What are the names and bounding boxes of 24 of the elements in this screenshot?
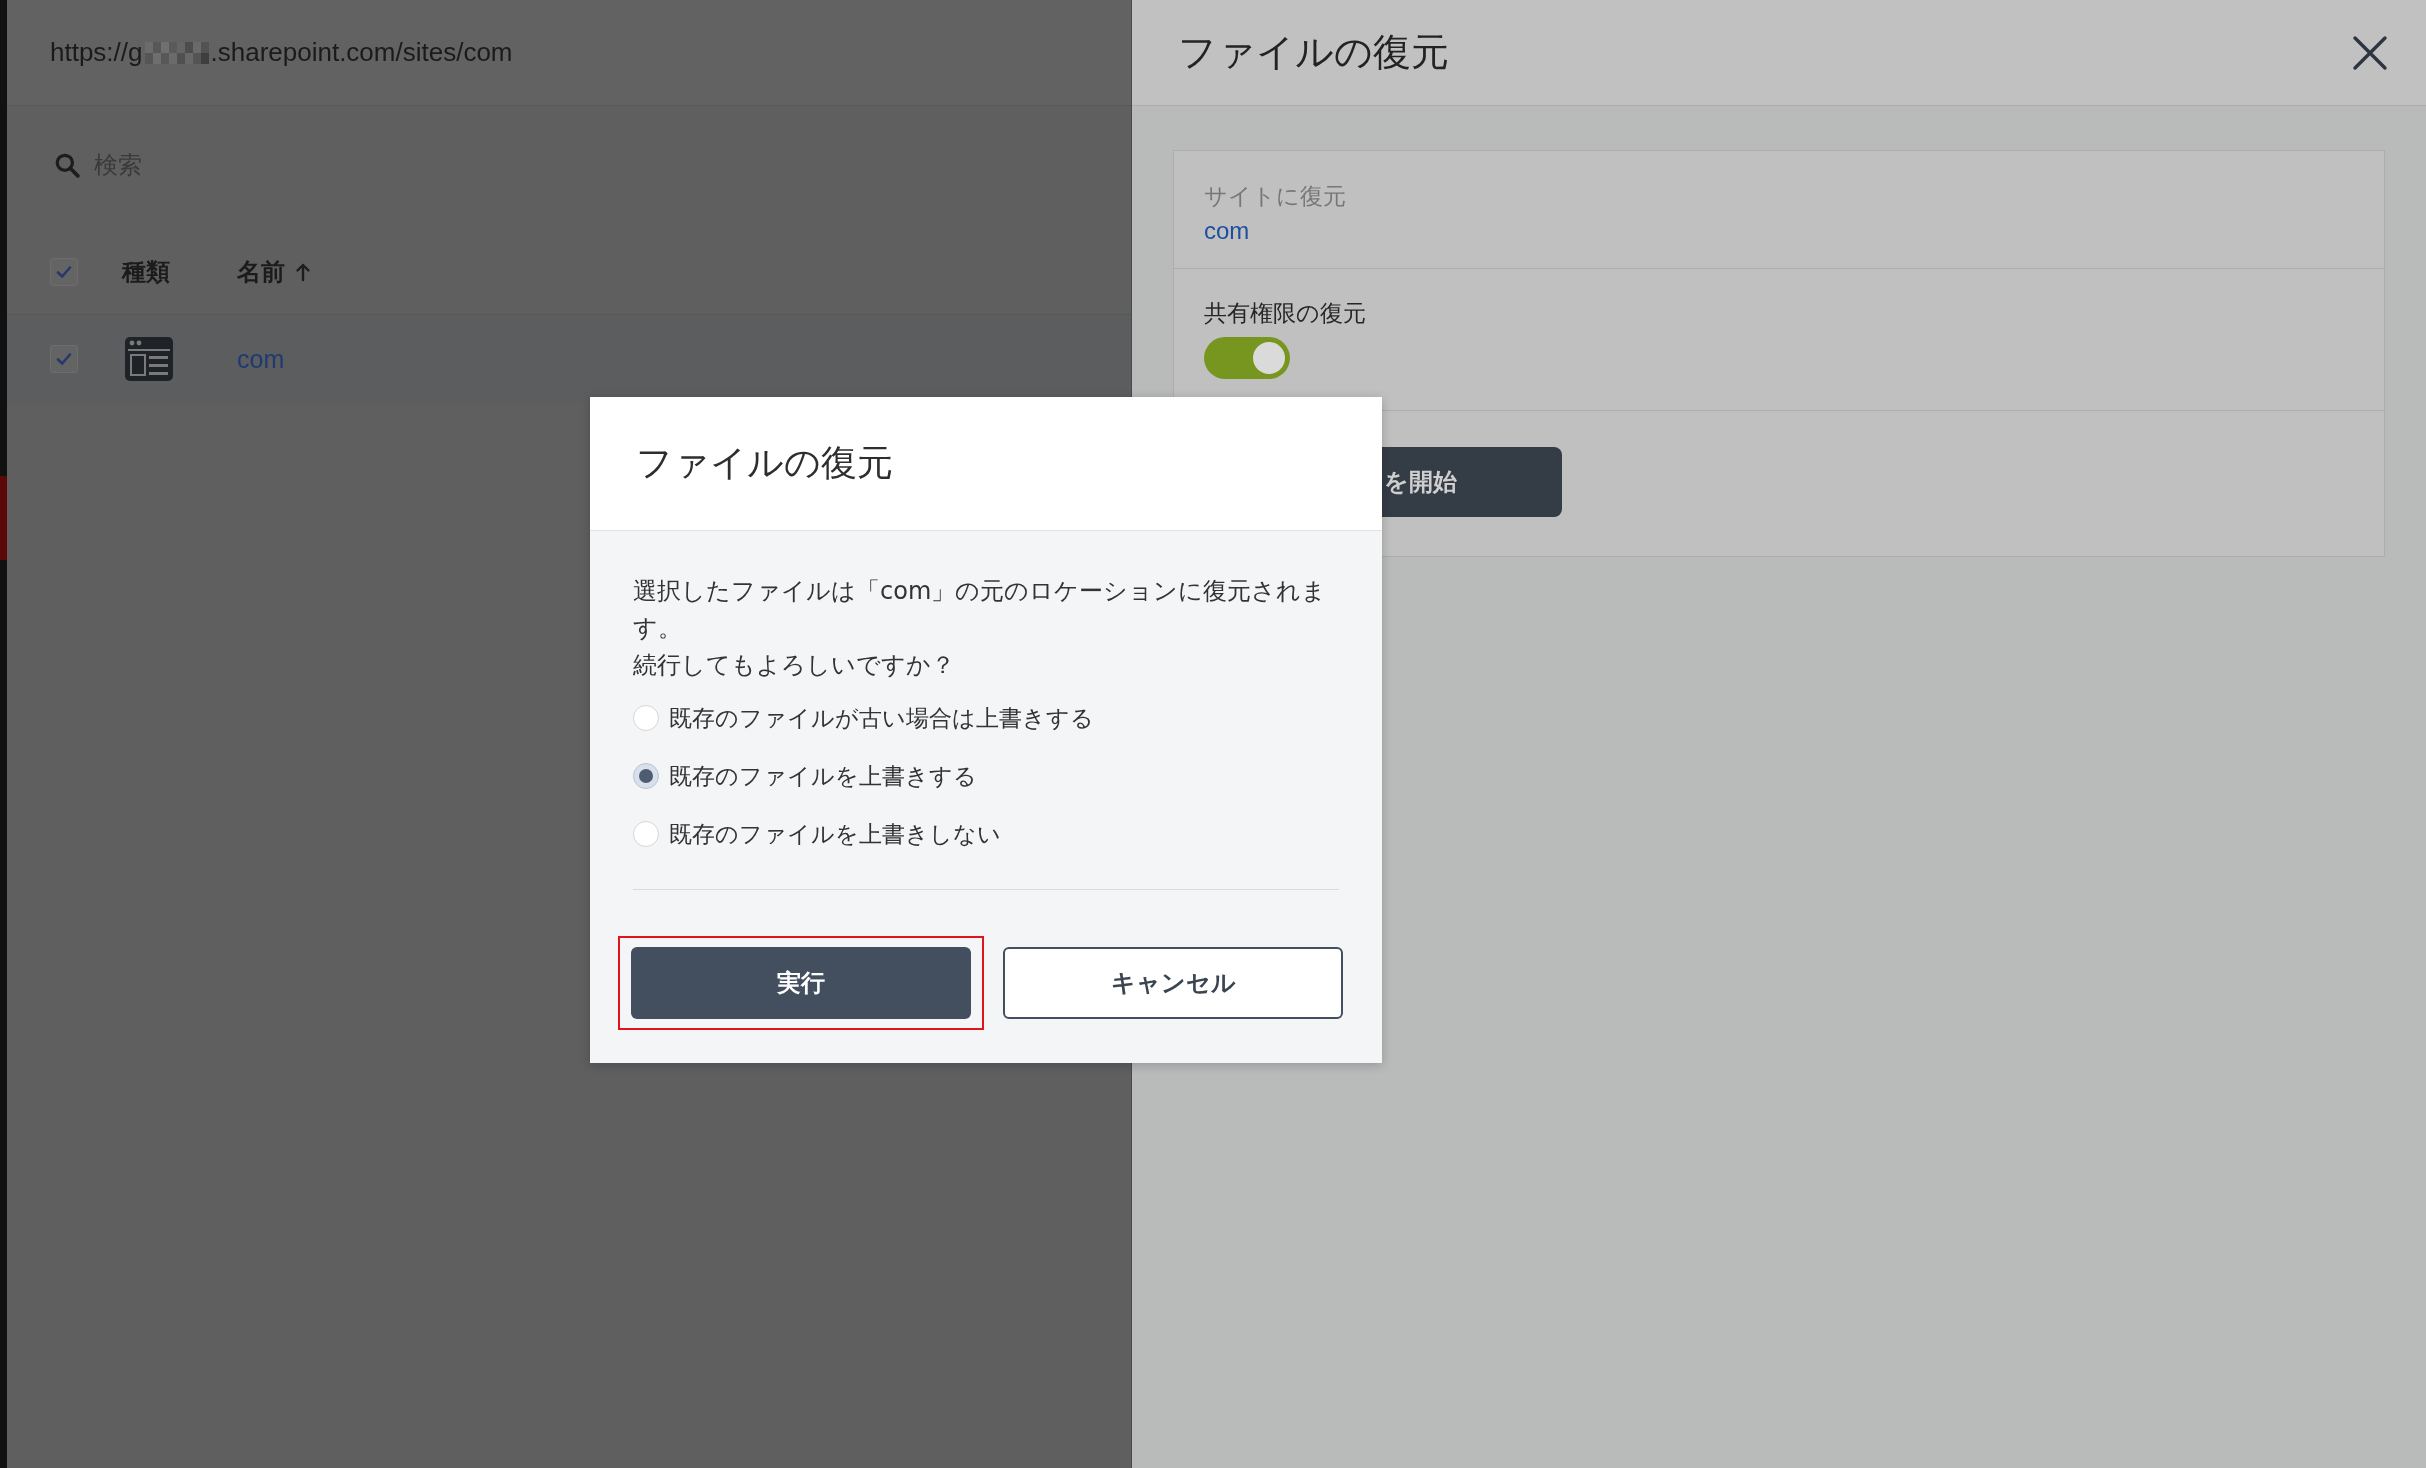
dialog-question: 続行してもよろしいですか？ xyxy=(633,650,956,681)
radio-label[interactable]: 既存のファイルが古い場合は上書きする xyxy=(669,702,1094,734)
dialog-message: 選択したファイルは「com」の元のロケーションに復元されます。 xyxy=(633,576,1328,644)
radio-button[interactable] xyxy=(633,705,659,731)
row-checkbox[interactable] xyxy=(50,345,78,373)
search-icon xyxy=(54,152,80,178)
start-button[interactable]: を開始 xyxy=(1382,447,1562,517)
arrow-up-icon[interactable] xyxy=(295,262,311,282)
permission-label: 共有権限の復元 xyxy=(1204,299,1367,328)
panel-title: ファイルの復元 xyxy=(1178,29,1449,76)
radio-label[interactable]: 既存のファイルを上書きする xyxy=(669,760,977,792)
select-all-checkbox[interactable] xyxy=(50,258,78,286)
dialog-button[interactable]: 実行 xyxy=(631,947,971,1019)
url-text: https://g xyxy=(50,37,143,68)
destination-link[interactable]: com xyxy=(1204,213,2354,249)
close-icon[interactable] xyxy=(2352,34,2388,71)
radio-button[interactable] xyxy=(633,763,659,789)
dialog-button[interactable]: キャンセル xyxy=(1003,947,1343,1019)
dialog-title: ファイルの復元 xyxy=(636,441,893,485)
url-text: .sharepoint.com/sites/com xyxy=(210,37,513,68)
radio-button[interactable] xyxy=(633,821,659,847)
toggle-switch[interactable] xyxy=(1204,337,1290,379)
radio-label[interactable]: 既存のファイルを上書きしない xyxy=(669,818,1001,850)
destination-label: サイトに復元 xyxy=(1204,182,1347,211)
